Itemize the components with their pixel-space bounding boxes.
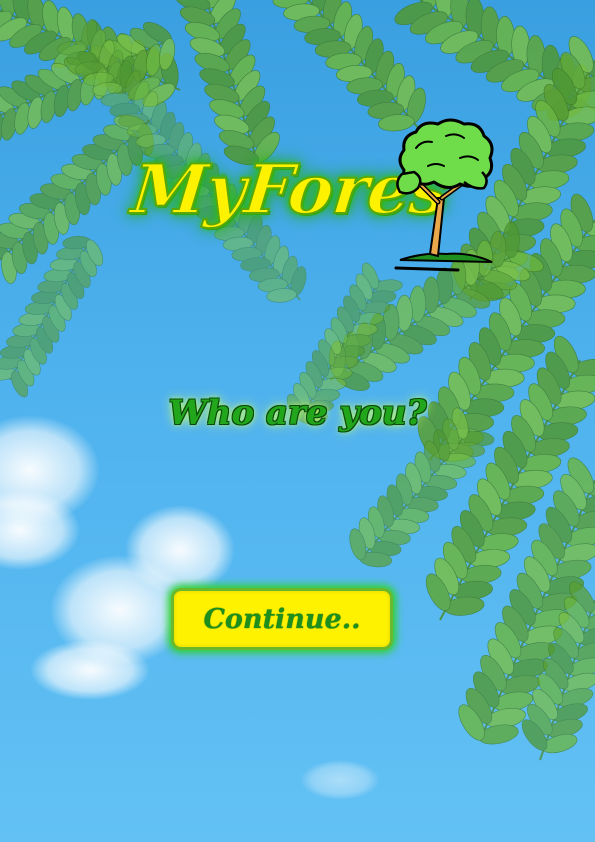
continue-button-label: Continue.. (203, 603, 361, 635)
tree-icon (394, 118, 494, 272)
question-heading: Who are you? (168, 393, 427, 433)
continue-button[interactable]: Continue.. (171, 588, 393, 650)
